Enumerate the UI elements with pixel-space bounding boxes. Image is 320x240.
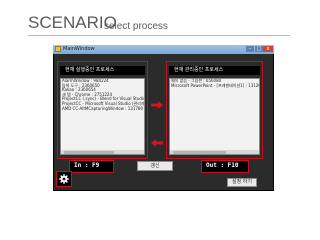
managed-process-list[interactable]: 제목 없음 - 그림판 : 656080 Microsoft PowerPoin… bbox=[169, 78, 260, 155]
list-item[interactable]: AMD CC-AltMCapturingWindow : 131780 bbox=[61, 106, 144, 112]
window-client: 현재 실행중인 프로세스 현재 관리중인 프로세스 AlarmWindow : … bbox=[54, 54, 273, 190]
minimize-button[interactable]: – bbox=[246, 46, 254, 52]
app-icon bbox=[55, 46, 61, 52]
refresh-button[interactable]: 갱신 bbox=[137, 161, 173, 171]
managed-process-header: 현재 관리중인 프로세스 bbox=[169, 66, 260, 75]
arrow-left-icon[interactable] bbox=[151, 139, 163, 147]
settings-apply-button[interactable]: 설정 하기 bbox=[227, 178, 257, 187]
maximize-button[interactable]: □ bbox=[255, 46, 263, 52]
title-rule bbox=[28, 35, 290, 36]
running-process-list[interactable]: AlarmWindow : 984224 탐색 도구 : 2360650 Kak… bbox=[60, 78, 145, 155]
window-title: MainWindow bbox=[63, 46, 95, 52]
settings-button[interactable] bbox=[56, 171, 72, 187]
gear-icon bbox=[58, 173, 69, 184]
slide-subtitle: select process bbox=[104, 21, 168, 32]
out-hotkey-label: Out : F10 bbox=[201, 160, 249, 173]
main-window: MainWindow – □ x 현재 실행중인 프로세스 현재 관리중인 프로… bbox=[53, 45, 274, 191]
scrollbar-thumb[interactable] bbox=[64, 150, 114, 154]
horizontal-scrollbar[interactable] bbox=[61, 150, 144, 154]
running-process-header: 현재 실행중인 프로세스 bbox=[60, 66, 145, 75]
in-hotkey-label: In : F9 bbox=[69, 160, 114, 173]
arrow-right-icon[interactable] bbox=[151, 101, 163, 109]
window-titlebar[interactable]: MainWindow – □ x bbox=[53, 45, 274, 54]
scrollbar-thumb[interactable] bbox=[173, 150, 227, 154]
close-button[interactable]: x bbox=[263, 46, 273, 52]
horizontal-scrollbar[interactable] bbox=[170, 150, 259, 154]
list-item[interactable]: Microsoft PowerPoint - [프레젠테이션1] : 13120… bbox=[170, 83, 259, 89]
